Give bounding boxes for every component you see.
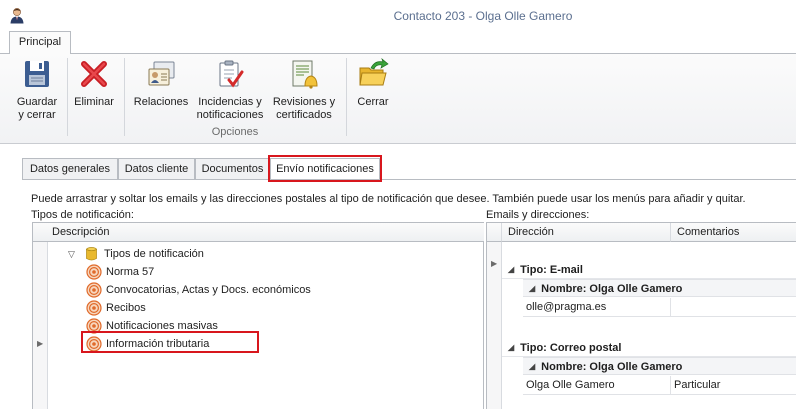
tab-datos-generales[interactable]: Datos generales (22, 158, 118, 180)
instructions-text: Puede arrastrar y soltar los emails y la… (31, 193, 746, 205)
incidents-notifications-button[interactable]: Incidencias y notificaciones (196, 58, 264, 122)
row-indicator-column (33, 223, 48, 409)
close-label: Cerrar (357, 96, 389, 108)
cell-comentarios[interactable]: Particular (671, 376, 796, 395)
tree-item[interactable]: Convocatorias, Actas y Docs. económicos (48, 281, 484, 299)
reviews-certificates-button[interactable]: Revisiones y certificados (270, 58, 338, 122)
checklist-clipboard-icon (219, 60, 244, 88)
database-icon (86, 247, 97, 261)
ribbon-tab-principal[interactable]: Principal (9, 31, 71, 54)
ribbon-separator (346, 58, 347, 136)
tree-item[interactable]: Norma 57 (48, 263, 484, 281)
tree-item-label: Norma 57 (106, 266, 155, 278)
subgroup-row-name[interactable]: ◢ Nombre: Olga Olle Gamero (523, 279, 796, 297)
cell-comentarios[interactable] (671, 298, 796, 317)
row-indicator-arrow-icon: ▶ (491, 259, 498, 268)
active-tab-highlight (268, 155, 382, 182)
notification-types-tree[interactable]: Descripción ▽ Tipos de notificación Norm… (32, 222, 484, 409)
subgroup-title: Nombre: Olga Olle Gamero (541, 361, 683, 373)
chevron-down-icon[interactable]: ◢ (529, 358, 535, 376)
relations-button[interactable]: Relaciones (131, 58, 191, 109)
bell-document-icon (292, 60, 318, 89)
row-indicator-column (487, 223, 502, 409)
close-button[interactable]: Cerrar (352, 58, 394, 109)
reviews-label-line2: certificados (276, 109, 332, 121)
cell-direccion[interactable]: Olga Olle Gamero (523, 376, 671, 395)
column-header-descripcion[interactable]: Descripción (48, 223, 484, 242)
save-label-line2: y cerrar (18, 109, 56, 121)
reviews-label-line1: Revisiones y (272, 96, 336, 108)
save-and-close-button[interactable]: Guardar y cerrar (13, 58, 61, 122)
chevron-down-icon[interactable]: ◢ (508, 261, 514, 279)
row-indicator-arrow-icon: ▶ (37, 339, 44, 348)
group-row-email[interactable]: ◢ Tipo: E-mail (502, 261, 796, 279)
window-title: Contacto 203 - Olga Olle Gamero (393, 9, 573, 23)
tree-root-row[interactable]: ▽ Tipos de notificación (48, 245, 484, 263)
incidents-label-line2: notificaciones (196, 109, 264, 121)
header-indicator-cell (487, 223, 502, 242)
content-area: Datos generales Datos cliente Documentos… (0, 145, 796, 409)
incidents-label-line1: Incidencias y (198, 96, 262, 108)
title-bar: Contacto 203 - Olga Olle Gamero (0, 0, 796, 30)
ribbon-separator (67, 58, 68, 136)
subgroup-row-name[interactable]: ◢ Nombre: Olga Olle Gamero (523, 357, 796, 375)
group-row-postal[interactable]: ◢ Tipo: Correo postal (502, 339, 796, 357)
broadcast-icon (86, 300, 102, 316)
delete-x-icon (81, 61, 107, 87)
header-indicator-cell (33, 223, 48, 242)
save-floppy-icon (25, 61, 49, 87)
delete-button[interactable]: Eliminar (72, 58, 116, 109)
broadcast-icon (86, 282, 102, 298)
chevron-down-icon[interactable]: ◢ (529, 280, 535, 298)
group-title: Tipo: Correo postal (520, 342, 622, 354)
ribbon-separator (124, 58, 125, 136)
folder-arrow-icon (359, 58, 389, 86)
column-header-comentarios[interactable]: Comentarios (671, 223, 796, 242)
save-label-line1: Guardar (16, 96, 58, 108)
emails-addresses-label: Emails y direcciones: (486, 209, 590, 221)
cell-direccion[interactable]: olle@pragma.es (523, 298, 671, 317)
delete-label: Eliminar (74, 96, 114, 108)
tree-item-label: Recibos (106, 302, 146, 314)
ribbon-toolbar: Guardar y cerrar Eliminar Relaciones Inc… (0, 53, 796, 144)
tab-datos-cliente[interactable]: Datos cliente (118, 158, 195, 180)
notification-types-label: Tipos de notificación: (31, 209, 134, 221)
emails-addresses-grid[interactable]: Dirección Comentarios ▶ ◢ Tipo: E-mail ◢ N… (486, 222, 796, 409)
broadcast-icon (86, 264, 102, 280)
tree-item-label: Convocatorias, Actas y Docs. económicos (106, 284, 311, 296)
tab-underline (22, 179, 796, 180)
chevron-down-icon[interactable]: ◢ (508, 339, 514, 357)
relations-label: Relaciones (133, 96, 189, 108)
tree-item[interactable]: Recibos (48, 299, 484, 317)
chevron-down-icon[interactable]: ▽ (68, 245, 75, 263)
relations-cards-icon (148, 61, 175, 86)
column-header-direccion[interactable]: Dirección (502, 223, 671, 242)
tree-root-label: Tipos de notificación (104, 248, 204, 260)
ribbon-group-label: Opciones (211, 126, 259, 138)
subgroup-title: Nombre: Olga Olle Gamero (541, 283, 683, 295)
tab-documentos[interactable]: Documentos (195, 158, 270, 180)
selected-item-highlight (81, 331, 259, 353)
group-title: Tipo: E-mail (520, 264, 583, 276)
